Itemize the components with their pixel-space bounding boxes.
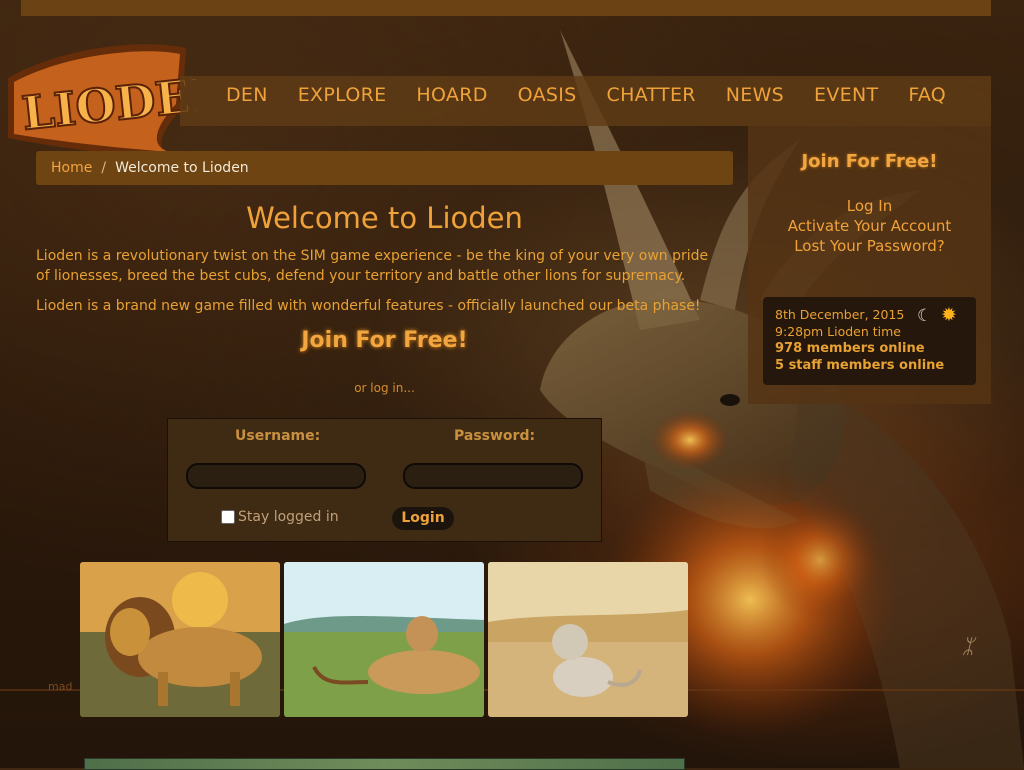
stay-logged-in-label: Stay logged in — [238, 509, 339, 525]
nav-item-news[interactable]: NEWS — [726, 84, 784, 106]
staff-online-link[interactable]: 5 staff members online — [775, 358, 944, 373]
breadcrumb-current: Welcome to Lioden — [115, 160, 249, 176]
stay-logged-in-checkbox[interactable] — [221, 510, 235, 524]
breadcrumb: Home / Welcome to Lioden — [36, 151, 733, 185]
members-online-link[interactable]: 978 members online — [775, 341, 925, 356]
breadcrumb-home-link[interactable]: Home — [51, 160, 92, 176]
login-button[interactable]: Login — [392, 507, 454, 530]
moon-icon: ☾ — [917, 306, 933, 326]
join-for-free-link[interactable]: Join For Free! — [36, 328, 733, 353]
sidebar-join-link[interactable]: Join For Free! — [748, 151, 991, 172]
intro-paragraph-1: Lioden is a revolutionary twist on the S… — [36, 248, 709, 284]
nav-item-den[interactable]: DEN — [226, 84, 268, 106]
server-time: 9:28pm Lioden time — [775, 324, 902, 339]
artist-signature: ᛯ — [962, 634, 974, 658]
main-nav: DEN EXPLORE HOARD OASIS CHATTER NEWS EVE… — [226, 84, 976, 106]
cub-image — [488, 562, 688, 717]
nav-item-hoard[interactable]: HOARD — [416, 84, 487, 106]
sidebar-lost-password-link[interactable]: Lost Your Password? — [748, 237, 991, 255]
sidebar-activate-account-link[interactable]: Activate Your Account — [748, 217, 991, 235]
nav-item-chatter[interactable]: CHATTER — [607, 84, 696, 106]
bottom-banner — [84, 758, 685, 770]
password-input[interactable] — [403, 463, 583, 489]
username-label: Username: — [235, 428, 321, 444]
page-title: Welcome to Lioden — [246, 201, 523, 235]
username-input[interactable] — [186, 463, 366, 489]
lion-male-image — [80, 562, 280, 717]
or-login-text: or log in... — [354, 381, 415, 395]
nav-item-event[interactable]: EVENT — [814, 84, 878, 106]
intro-paragraph-2: Lioden is a brand new game filled with w… — [36, 298, 701, 314]
footer-fragment: mad — [48, 680, 73, 693]
nav-item-faq[interactable]: FAQ — [908, 84, 946, 106]
sun-icon: ✹ — [941, 304, 957, 326]
lioness-image — [284, 562, 484, 717]
nav-item-oasis[interactable]: OASIS — [518, 84, 577, 106]
top-strip — [21, 0, 991, 16]
breadcrumb-separator: / — [101, 160, 107, 176]
lioden-logo[interactable]: LIODEN — [0, 38, 196, 160]
password-label: Password: — [454, 428, 536, 444]
nav-item-explore[interactable]: EXPLORE — [298, 84, 387, 106]
sidebar-login-link[interactable]: Log In — [748, 197, 991, 215]
server-date: 8th December, 2015 — [775, 307, 905, 322]
